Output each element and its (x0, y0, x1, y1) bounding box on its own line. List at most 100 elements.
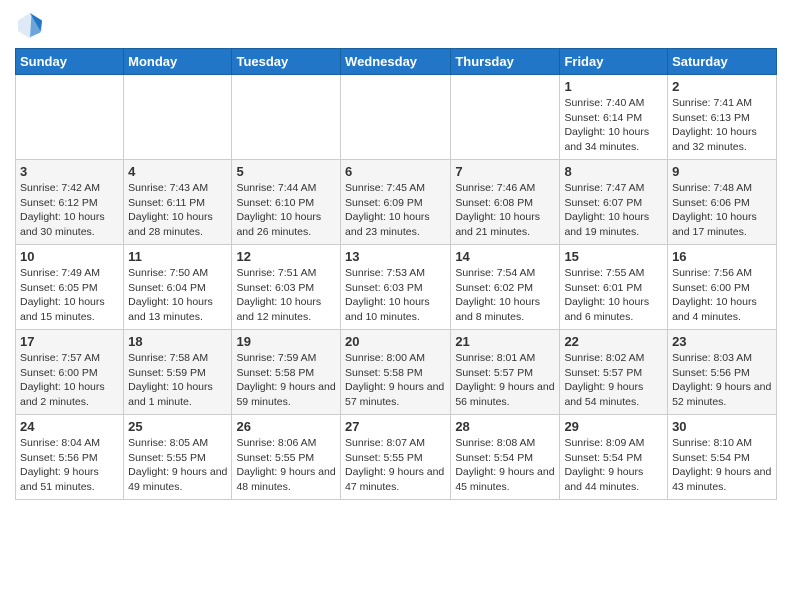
day-cell: 15 Sunrise: 7:55 AM Sunset: 6:01 PM Dayli… (560, 245, 668, 330)
day-info: Sunrise: 7:50 AM Sunset: 6:04 PM Dayligh… (128, 266, 227, 325)
day-number: 19 (236, 334, 336, 349)
day-info: Sunrise: 8:06 AM Sunset: 5:55 PM Dayligh… (236, 436, 336, 495)
day-number: 22 (564, 334, 663, 349)
day-number: 13 (345, 249, 446, 264)
day-number: 7 (455, 164, 555, 179)
day-number: 17 (20, 334, 119, 349)
day-cell: 19 Sunrise: 7:59 AM Sunset: 5:58 PM Dayli… (232, 330, 341, 415)
day-info: Sunrise: 7:59 AM Sunset: 5:58 PM Dayligh… (236, 351, 336, 410)
weekday-header-tuesday: Tuesday (232, 49, 341, 75)
day-info: Sunrise: 8:04 AM Sunset: 5:56 PM Dayligh… (20, 436, 119, 495)
day-info: Sunrise: 8:10 AM Sunset: 5:54 PM Dayligh… (672, 436, 772, 495)
day-cell: 2 Sunrise: 7:41 AM Sunset: 6:13 PM Daylig… (668, 75, 777, 160)
day-cell: 22Sunrise: 8:02 AM Sunset: 5:57 PM Dayli… (560, 330, 668, 415)
day-info: Sunrise: 7:43 AM Sunset: 6:11 PM Dayligh… (128, 181, 227, 240)
day-number: 9 (672, 164, 772, 179)
page: SundayMondayTuesdayWednesdayThursdayFrid… (0, 0, 792, 515)
day-number: 26 (236, 419, 336, 434)
day-info: Sunrise: 8:09 AM Sunset: 5:54 PM Dayligh… (564, 436, 663, 495)
day-number: 21 (455, 334, 555, 349)
day-cell (341, 75, 451, 160)
day-number: 12 (236, 249, 336, 264)
day-cell (451, 75, 560, 160)
day-cell (232, 75, 341, 160)
day-cell: 13 Sunrise: 7:53 AM Sunset: 6:03 PM Dayli… (341, 245, 451, 330)
week-row-4: 17Sunrise: 7:57 AM Sunset: 6:00 PM Dayli… (16, 330, 777, 415)
day-info: Sunrise: 8:05 AM Sunset: 5:55 PM Dayligh… (128, 436, 227, 495)
day-cell: 21 Sunrise: 8:01 AM Sunset: 5:57 PM Dayli… (451, 330, 560, 415)
day-cell: 14 Sunrise: 7:54 AM Sunset: 6:02 PM Dayli… (451, 245, 560, 330)
day-number: 6 (345, 164, 446, 179)
weekday-header-thursday: Thursday (451, 49, 560, 75)
day-info: Sunrise: 8:07 AM Sunset: 5:55 PM Dayligh… (345, 436, 446, 495)
day-number: 1 (564, 79, 663, 94)
weekday-header-row: SundayMondayTuesdayWednesdayThursdayFrid… (16, 49, 777, 75)
day-cell: 17Sunrise: 7:57 AM Sunset: 6:00 PM Dayli… (16, 330, 124, 415)
day-cell: 18Sunrise: 7:58 AM Sunset: 5:59 PM Dayli… (124, 330, 232, 415)
day-info: Sunrise: 7:45 AM Sunset: 6:09 PM Dayligh… (345, 181, 446, 240)
day-number: 25 (128, 419, 227, 434)
header (15, 10, 777, 40)
day-cell: 9 Sunrise: 7:48 AM Sunset: 6:06 PM Daylig… (668, 160, 777, 245)
day-cell: 16Sunrise: 7:56 AM Sunset: 6:00 PM Dayli… (668, 245, 777, 330)
day-info: Sunrise: 7:49 AM Sunset: 6:05 PM Dayligh… (20, 266, 119, 325)
day-info: Sunrise: 7:44 AM Sunset: 6:10 PM Dayligh… (236, 181, 336, 240)
day-number: 28 (455, 419, 555, 434)
day-cell: 29 Sunrise: 8:09 AM Sunset: 5:54 PM Dayli… (560, 415, 668, 500)
day-info: Sunrise: 7:51 AM Sunset: 6:03 PM Dayligh… (236, 266, 336, 325)
weekday-header-wednesday: Wednesday (341, 49, 451, 75)
day-cell: 6 Sunrise: 7:45 AM Sunset: 6:09 PM Daylig… (341, 160, 451, 245)
day-info: Sunrise: 7:47 AM Sunset: 6:07 PM Dayligh… (564, 181, 663, 240)
day-number: 5 (236, 164, 336, 179)
day-info: Sunrise: 7:53 AM Sunset: 6:03 PM Dayligh… (345, 266, 446, 325)
day-info: Sunrise: 8:00 AM Sunset: 5:58 PM Dayligh… (345, 351, 446, 410)
day-cell (124, 75, 232, 160)
day-number: 15 (564, 249, 663, 264)
week-row-1: 1 Sunrise: 7:40 AM Sunset: 6:14 PM Daylig… (16, 75, 777, 160)
day-cell: 1 Sunrise: 7:40 AM Sunset: 6:14 PM Daylig… (560, 75, 668, 160)
weekday-header-friday: Friday (560, 49, 668, 75)
day-info: Sunrise: 7:48 AM Sunset: 6:06 PM Dayligh… (672, 181, 772, 240)
weekday-header-sunday: Sunday (16, 49, 124, 75)
logo-icon (15, 10, 45, 40)
day-cell: 30 Sunrise: 8:10 AM Sunset: 5:54 PM Dayli… (668, 415, 777, 500)
day-info: Sunrise: 8:08 AM Sunset: 5:54 PM Dayligh… (455, 436, 555, 495)
day-number: 10 (20, 249, 119, 264)
day-number: 23 (672, 334, 772, 349)
weekday-header-monday: Monday (124, 49, 232, 75)
week-row-3: 10 Sunrise: 7:49 AM Sunset: 6:05 PM Dayli… (16, 245, 777, 330)
day-cell (16, 75, 124, 160)
day-number: 3 (20, 164, 119, 179)
day-info: Sunrise: 7:41 AM Sunset: 6:13 PM Dayligh… (672, 96, 772, 155)
day-cell: 5 Sunrise: 7:44 AM Sunset: 6:10 PM Daylig… (232, 160, 341, 245)
day-number: 14 (455, 249, 555, 264)
day-number: 27 (345, 419, 446, 434)
day-cell: 27 Sunrise: 8:07 AM Sunset: 5:55 PM Dayli… (341, 415, 451, 500)
weekday-header-saturday: Saturday (668, 49, 777, 75)
day-cell: 11Sunrise: 7:50 AM Sunset: 6:04 PM Dayli… (124, 245, 232, 330)
day-number: 4 (128, 164, 227, 179)
day-cell: 26 Sunrise: 8:06 AM Sunset: 5:55 PM Dayli… (232, 415, 341, 500)
day-info: Sunrise: 7:42 AM Sunset: 6:12 PM Dayligh… (20, 181, 119, 240)
calendar: SundayMondayTuesdayWednesdayThursdayFrid… (15, 48, 777, 500)
day-info: Sunrise: 7:40 AM Sunset: 6:14 PM Dayligh… (564, 96, 663, 155)
logo (15, 10, 49, 40)
day-info: Sunrise: 7:54 AM Sunset: 6:02 PM Dayligh… (455, 266, 555, 325)
day-cell: 3 Sunrise: 7:42 AM Sunset: 6:12 PM Daylig… (16, 160, 124, 245)
day-info: Sunrise: 7:55 AM Sunset: 6:01 PM Dayligh… (564, 266, 663, 325)
day-number: 16 (672, 249, 772, 264)
day-cell: 28 Sunrise: 8:08 AM Sunset: 5:54 PM Dayli… (451, 415, 560, 500)
day-cell: 8 Sunrise: 7:47 AM Sunset: 6:07 PM Daylig… (560, 160, 668, 245)
day-cell: 12 Sunrise: 7:51 AM Sunset: 6:03 PM Dayli… (232, 245, 341, 330)
day-number: 30 (672, 419, 772, 434)
day-number: 24 (20, 419, 119, 434)
day-cell: 10 Sunrise: 7:49 AM Sunset: 6:05 PM Dayli… (16, 245, 124, 330)
day-number: 8 (564, 164, 663, 179)
day-number: 20 (345, 334, 446, 349)
day-number: 2 (672, 79, 772, 94)
day-number: 29 (564, 419, 663, 434)
day-cell: 24 Sunrise: 8:04 AM Sunset: 5:56 PM Dayli… (16, 415, 124, 500)
day-info: Sunrise: 8:01 AM Sunset: 5:57 PM Dayligh… (455, 351, 555, 410)
week-row-5: 24 Sunrise: 8:04 AM Sunset: 5:56 PM Dayli… (16, 415, 777, 500)
day-number: 18 (128, 334, 227, 349)
